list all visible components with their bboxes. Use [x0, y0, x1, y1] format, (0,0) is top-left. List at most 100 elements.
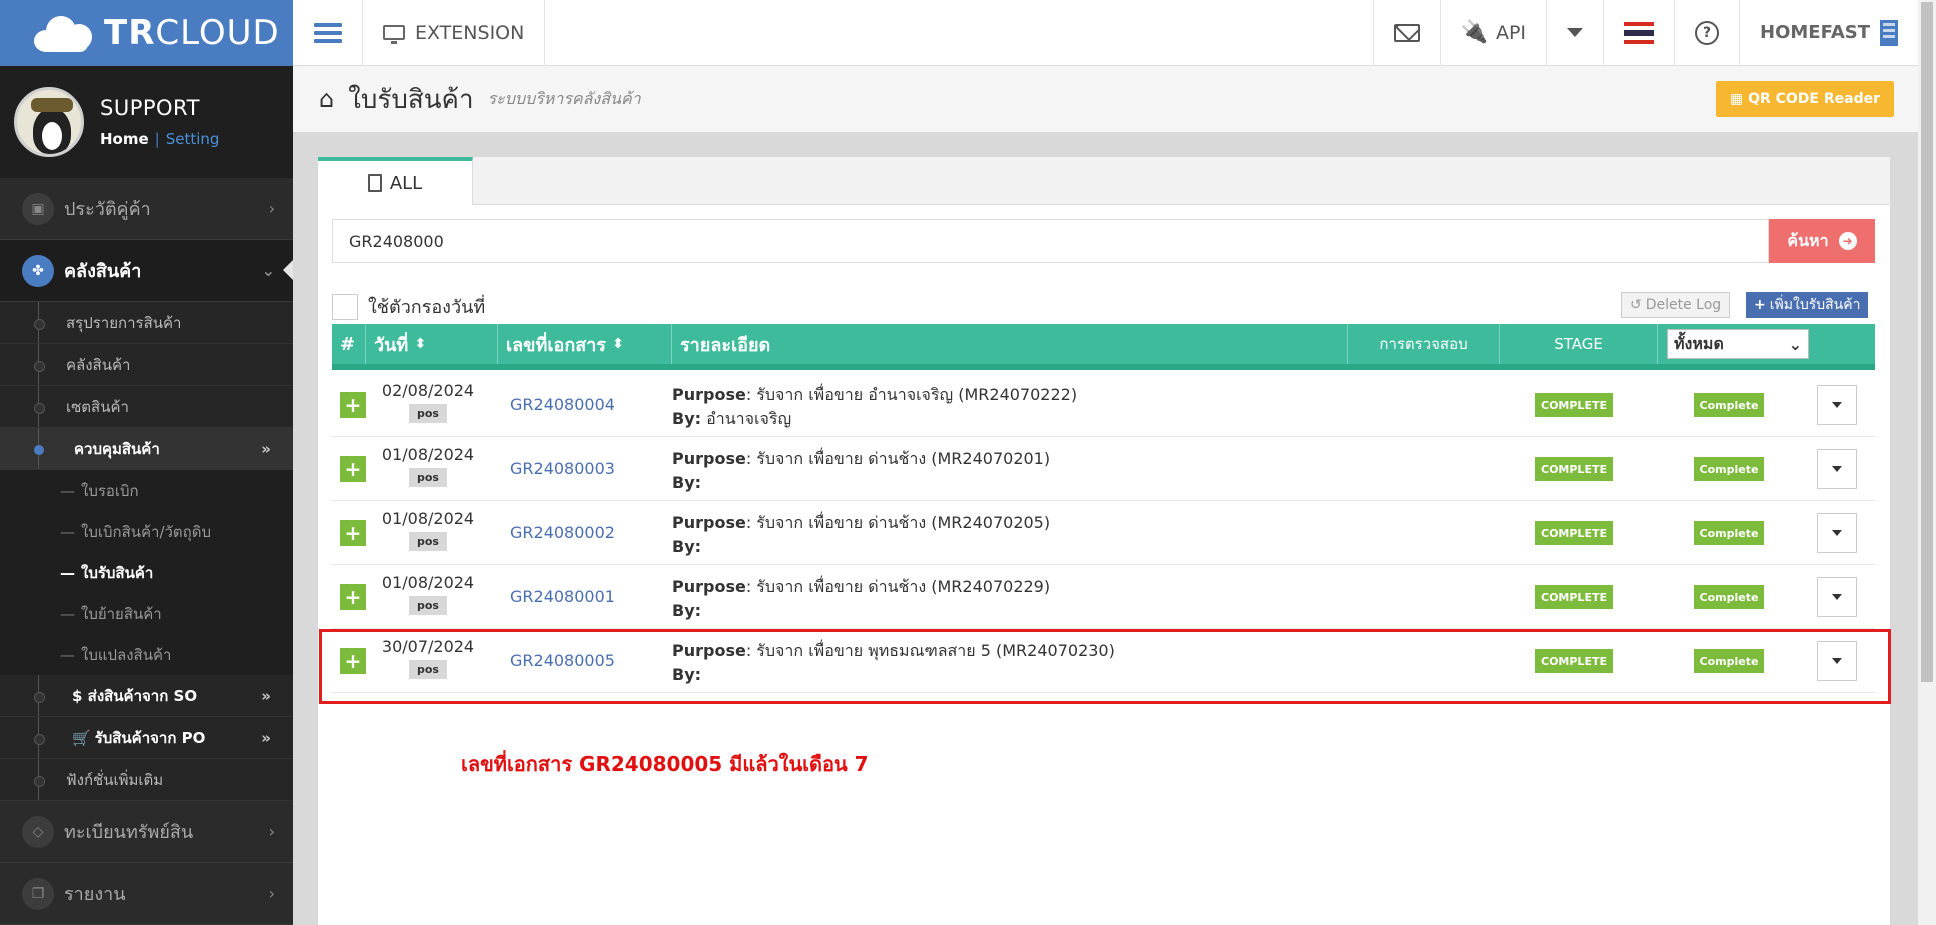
contacts-icon: ▣	[22, 192, 54, 225]
help-button[interactable]: ?	[1674, 0, 1739, 66]
delete-log-button[interactable]: ↺ Delete Log	[1621, 292, 1731, 318]
api-button[interactable]: 🔌 API	[1439, 0, 1546, 66]
add-goods-receipt-button[interactable]: + เพิ่มใบรับสินค้า	[1746, 292, 1869, 318]
doc-number-link[interactable]: GR24080002	[510, 523, 615, 542]
sidebar-item-warehouse[interactable]: ✤ คลังสินค้า ⌄	[0, 240, 293, 302]
sidebar-item-reports[interactable]: ❐ รายงาน ›	[0, 863, 293, 925]
setting-link[interactable]: Setting	[166, 130, 220, 148]
double-chevron-right-icon: »	[261, 728, 271, 747]
chevron-right-icon: ›	[268, 199, 275, 218]
date-filter-label: ใช้ตัวกรองวันที่	[368, 297, 486, 318]
company-button[interactable]: HOMEFAST	[1739, 0, 1918, 66]
caret-down-icon	[1567, 28, 1584, 37]
diamond-icon: ◇	[22, 815, 54, 848]
mail-icon	[1393, 23, 1420, 42]
check-status-badge: COMPLETE	[1535, 521, 1613, 545]
sidebar: TRCLOUD SUPPORT Home | Setting ▣ ประวัติคู…	[0, 0, 293, 925]
stage-status-badge: Complete	[1694, 393, 1764, 417]
sidebar-sub-product-summary[interactable]: สรุปรายการสินค้า	[0, 302, 293, 344]
th-num: #	[332, 324, 366, 364]
document-icon	[367, 174, 382, 192]
search-input[interactable]	[332, 219, 1769, 263]
tab-all[interactable]: ALL	[318, 157, 473, 205]
sidebar-leaf-material-requisition[interactable]: — ใบเบิกสินค้า/วัตถุดิบ	[0, 511, 293, 552]
brand-logo[interactable]: TRCLOUD	[0, 0, 293, 66]
topbar: EXTENSION 🔌 API ? HOMEFAST	[293, 0, 1918, 66]
table-row: + 02/08/2024 pos GR24080004 Purpose: รับจ…	[332, 373, 1875, 437]
th-check: การตรวจสอบ	[1348, 324, 1500, 364]
doc-number-link[interactable]: GR24080004	[510, 395, 615, 414]
plug-icon: 🔌	[1460, 20, 1488, 45]
building-icon	[1880, 19, 1898, 46]
boxes-icon: ✤	[22, 254, 54, 287]
table-row: + 01/08/2024 pos GR24080001 Purpose: รับจ…	[332, 565, 1875, 629]
sidebar-item-asset-register[interactable]: ◇ ทะเบียนทรัพย์สิน ›	[0, 801, 293, 863]
row-actions-dropdown[interactable]	[1817, 577, 1857, 617]
th-date[interactable]: วันที่ ⬍	[366, 324, 498, 364]
pos-badge: pos	[409, 532, 447, 551]
cloud-icon	[34, 14, 96, 52]
plus-icon: +	[1754, 297, 1766, 313]
user-name: SUPPORT	[100, 96, 200, 120]
sidebar-sub-product-set[interactable]: เซตสินค้า	[0, 386, 293, 428]
caret-down-icon	[1832, 466, 1842, 472]
row-actions-dropdown[interactable]	[1817, 385, 1857, 425]
sidebar-sub-extra-functions[interactable]: ฟังก์ชั่นเพิ่มเติม	[0, 759, 293, 801]
double-chevron-right-icon: »	[261, 686, 271, 705]
expand-row-button[interactable]: +	[340, 392, 366, 418]
sidebar-leaf-stock-transfer[interactable]: — ใบย้ายสินค้า	[0, 593, 293, 634]
row-actions-dropdown[interactable]	[1817, 513, 1857, 553]
expand-row-button[interactable]: +	[340, 456, 366, 482]
stage-filter-select[interactable]: ทั้งหมด ⌄	[1667, 329, 1809, 359]
hamburger-menu-icon[interactable]	[293, 0, 363, 66]
extension-button[interactable]: EXTENSION	[363, 0, 546, 66]
scrollbar-thumb[interactable]	[1921, 2, 1933, 682]
doc-number-link[interactable]: GR24080001	[510, 587, 615, 606]
home-icon[interactable]: ⌂	[319, 85, 334, 113]
sidebar-leaf-goods-receipt[interactable]: — ใบรับสินค้า	[0, 552, 293, 593]
sidebar-leaf-pending-requisition[interactable]: — ใบรอเบิก	[0, 470, 293, 511]
row-detail: Purpose: รับจาก เพื่อขาย ด่านช้าง (MR240…	[672, 513, 1051, 556]
dropdown-button[interactable]	[1546, 0, 1603, 66]
stage-status-badge: Complete	[1694, 585, 1764, 609]
sidebar-leaf-stock-conversion[interactable]: — ใบแปลงสินค้า	[0, 634, 293, 675]
chevron-down-icon: ⌄	[1788, 334, 1802, 354]
search-button[interactable]: ค้นหา ➜	[1769, 219, 1875, 263]
qr-code-reader-button[interactable]: ▦ QR CODE Reader	[1715, 81, 1894, 117]
row-detail: Purpose: รับจาก เพื่อขาย ด่านช้าง (MR240…	[672, 577, 1051, 620]
sidebar-sub-receive-from-po[interactable]: 🛒 รับสินค้าจาก PO »	[0, 717, 293, 759]
mail-button[interactable]	[1372, 0, 1440, 66]
caret-down-icon	[1832, 594, 1842, 600]
history-icon: ↺	[1630, 297, 1642, 313]
language-button[interactable]	[1603, 0, 1674, 66]
annotation-note: เลขที่เอกสาร GR24080005 มีแล้วในเดือน 7	[461, 752, 869, 776]
expand-row-button[interactable]: +	[340, 584, 366, 610]
sidebar-sub-warehouse[interactable]: คลังสินค้า	[0, 344, 293, 386]
user-panel: SUPPORT Home | Setting	[0, 66, 293, 178]
row-actions-dropdown[interactable]	[1817, 449, 1857, 489]
expand-row-button[interactable]: +	[340, 520, 366, 546]
sidebar-item-partner-history[interactable]: ▣ ประวัติคู่ค้า ›	[0, 178, 293, 240]
pos-badge: pos	[409, 404, 447, 423]
stage-status-badge: Complete	[1694, 457, 1764, 481]
pos-badge: pos	[409, 596, 447, 615]
th-doc-number[interactable]: เลขที่เอกสาร ⬍	[498, 324, 672, 364]
scrollbar[interactable]	[1918, 0, 1936, 925]
doc-number-link[interactable]: GR24080003	[510, 459, 615, 478]
page-subtitle: ระบบบริหารคลังสินค้า	[487, 88, 641, 108]
sidebar-sub-stock-control[interactable]: ควบคุมสินค้า »	[0, 428, 293, 470]
content-panel: ALL ค้นหา ➜ ใช้ตัวกรองวันที่ ↺Delete Log…	[318, 157, 1890, 925]
sort-icon: ⬍	[414, 336, 427, 352]
avatar[interactable]	[14, 87, 84, 157]
tab-bar: ALL	[318, 157, 1890, 205]
row-detail: Purpose: รับจาก เพื่อขาย อำนาจเจริญ (MR2…	[672, 385, 1078, 428]
date-filter-checkbox[interactable]	[332, 293, 358, 320]
highlight-box	[319, 629, 1891, 704]
row-date: 01/08/2024	[381, 445, 475, 464]
pos-badge: pos	[409, 468, 447, 487]
home-link[interactable]: Home	[100, 130, 149, 148]
row-date: 02/08/2024	[381, 381, 475, 400]
sidebar-sub-ship-from-so[interactable]: $ ส่งสินค้าจาก SO »	[0, 675, 293, 717]
th-detail: รายละเอียด	[672, 324, 1348, 364]
caret-down-icon	[1832, 530, 1842, 536]
